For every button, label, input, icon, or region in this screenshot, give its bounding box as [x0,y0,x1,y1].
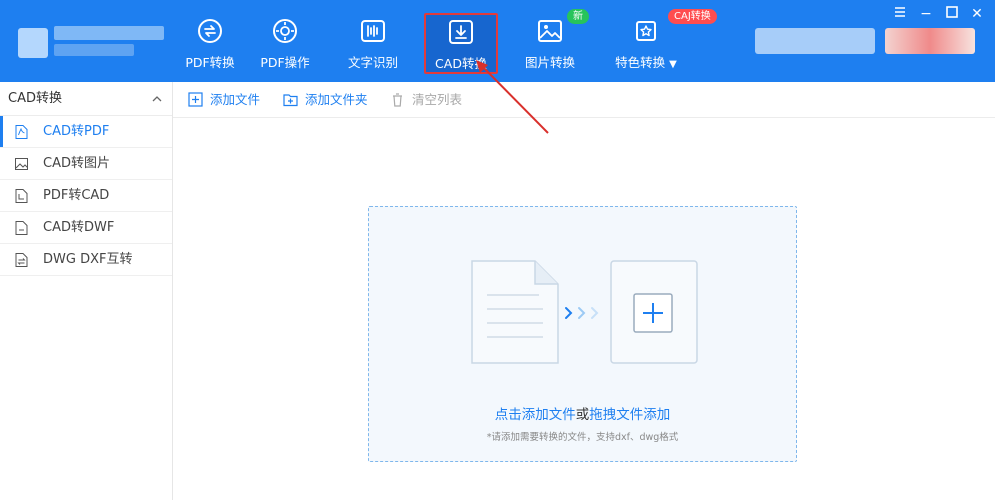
cad-convert-icon [449,20,473,44]
click-add-file-link[interactable]: 点击添加文件 [495,407,576,423]
sidebar-item-cad-to-image[interactable]: CAD转图片 [0,148,172,180]
sidebar-header-label: CAD转换 [8,91,62,106]
sidebar-item-label: CAD转图片 [43,156,110,171]
add-folder-icon [283,94,298,107]
pdf-convert-icon [198,19,222,43]
trash-icon [393,93,402,107]
clear-list-button[interactable]: 清空列表 [390,91,462,109]
file-drop-zone[interactable]: 点击添加文件或拖拽文件添加 *请添加需要转换的文件，支持dxf、dwg格式 [368,206,797,462]
add-file-button[interactable]: 添加文件 [188,91,260,109]
supported-formats-hint: *请添加需要转换的文件，支持dxf、dwg格式 [486,432,679,443]
nav-label: 图片转换 [524,55,575,70]
pdf-operate-icon [273,19,297,43]
minimize-button[interactable]: − [917,5,935,23]
drag-add-file-link[interactable]: 拖拽文件添加 [589,407,670,423]
toolbar: 添加文件 添加文件夹 清空列表 [173,82,995,118]
maximize-icon[interactable] [943,5,961,23]
drop-zone-instructions: 点击添加文件或拖拽文件添加 [369,403,796,423]
ocr-icon [361,20,385,42]
nav-label: 特色转换 ▼ [615,55,677,70]
nav-label: PDF转换 [185,55,235,70]
top-navigation-bar: PDF转换 PDF操作 文字识别 CAD转换 图片转换 新 特色转换 ▼ CAJ… [0,0,995,82]
add-file-label: 添加文件 [210,92,261,107]
nav-cad-convert[interactable]: CAD转换 [424,13,498,74]
pdf-file-icon [15,125,28,139]
nav-pdf-operate[interactable]: PDF操作 [245,14,325,74]
sidebar: CAD转换 CAD转PDF CAD转图片 PDF转CAD CAD转DWF DWG… [0,82,173,500]
image-convert-icon [538,20,562,42]
image-file-icon [15,158,28,170]
cad-file-icon [15,189,28,203]
sidebar-item-dwg-dxf[interactable]: DWG DXF互转 [0,244,172,276]
special-convert-icon [636,21,656,41]
nav-label: PDF操作 [260,55,310,70]
new-badge: 新 [567,9,589,24]
plus-icon [610,260,698,364]
caj-badge: CAJ转换 [668,9,717,24]
add-folder-button[interactable]: 添加文件夹 [283,91,368,109]
sidebar-item-label: PDF转CAD [43,188,110,203]
add-folder-label: 添加文件夹 [305,92,368,107]
sidebar-item-cad-to-pdf[interactable]: CAD转PDF [0,116,172,148]
document-icon [471,260,559,364]
sidebar-header[interactable]: CAD转换 [0,82,172,116]
nav-label: 文字识别 [347,55,398,70]
clear-list-label: 清空列表 [412,92,463,107]
sidebar-item-label: CAD转PDF [43,124,110,139]
nav-pdf-convert[interactable]: PDF转换 [170,14,250,74]
sidebar-item-label: CAD转DWF [43,220,115,235]
dwg-file-icon [15,253,28,267]
chevron-down-icon: ▼ [669,59,677,70]
chevron-right-icon [565,307,599,319]
sidebar-item-pdf-to-cad[interactable]: PDF转CAD [0,180,172,212]
close-button[interactable]: ✕ [968,5,986,23]
sidebar-item-label: DWG DXF互转 [43,252,133,267]
add-file-icon [188,92,203,107]
nav-label: CAD转换 [435,56,487,71]
user-info [755,28,875,54]
avatar[interactable] [885,28,975,54]
nav-ocr[interactable]: 文字识别 [333,14,413,74]
app-logo [18,22,168,60]
drop-illustration [471,260,698,364]
or-text: 或 [575,407,590,423]
dwf-file-icon [15,221,28,235]
sidebar-item-cad-to-dwf[interactable]: CAD转DWF [0,212,172,244]
menu-icon[interactable] [891,5,909,23]
